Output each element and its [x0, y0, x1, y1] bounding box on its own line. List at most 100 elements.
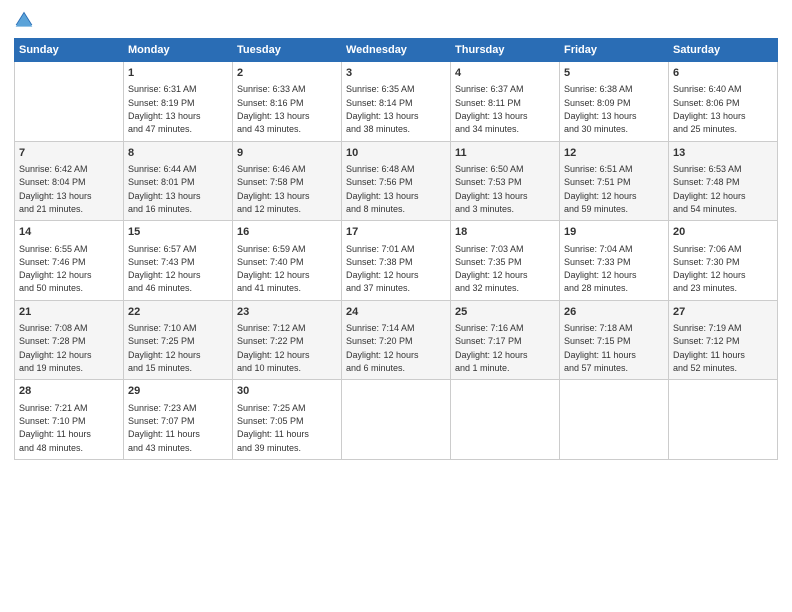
day-number: 6 [673, 66, 773, 81]
calendar-cell: 6 Sunrise: 6:40 AM Sunset: 8:06 PM Daylig… [669, 62, 778, 142]
day-header-thursday: Thursday [451, 39, 560, 62]
day-number: 8 [128, 146, 228, 161]
day-info: Sunrise: 6:50 AM Sunset: 7:53 PM Dayligh… [455, 164, 528, 214]
calendar-cell: 29 Sunrise: 7:23 AM Sunset: 7:07 PM Dayli… [124, 380, 233, 460]
day-info: Sunrise: 6:42 AM Sunset: 8:04 PM Dayligh… [19, 164, 92, 214]
day-info: Sunrise: 6:55 AM Sunset: 7:46 PM Dayligh… [19, 244, 92, 294]
day-info: Sunrise: 6:35 AM Sunset: 8:14 PM Dayligh… [346, 84, 419, 134]
day-info: Sunrise: 7:19 AM Sunset: 7:12 PM Dayligh… [673, 323, 745, 373]
day-number: 3 [346, 66, 446, 81]
calendar-cell: 1 Sunrise: 6:31 AM Sunset: 8:19 PM Daylig… [124, 62, 233, 142]
day-number: 26 [564, 305, 664, 320]
calendar-cell [669, 380, 778, 460]
day-header-wednesday: Wednesday [342, 39, 451, 62]
day-info: Sunrise: 7:08 AM Sunset: 7:28 PM Dayligh… [19, 323, 92, 373]
calendar-cell: 7 Sunrise: 6:42 AM Sunset: 8:04 PM Daylig… [15, 141, 124, 221]
calendar-cell: 3 Sunrise: 6:35 AM Sunset: 8:14 PM Daylig… [342, 62, 451, 142]
calendar-cell: 23 Sunrise: 7:12 AM Sunset: 7:22 PM Dayli… [233, 300, 342, 380]
day-info: Sunrise: 6:44 AM Sunset: 8:01 PM Dayligh… [128, 164, 201, 214]
calendar-cell [15, 62, 124, 142]
day-info: Sunrise: 6:57 AM Sunset: 7:43 PM Dayligh… [128, 244, 201, 294]
day-number: 12 [564, 146, 664, 161]
calendar-cell: 11 Sunrise: 6:50 AM Sunset: 7:53 PM Dayli… [451, 141, 560, 221]
calendar-cell: 16 Sunrise: 6:59 AM Sunset: 7:40 PM Dayli… [233, 221, 342, 301]
calendar-cell: 25 Sunrise: 7:16 AM Sunset: 7:17 PM Dayli… [451, 300, 560, 380]
calendar-cell: 26 Sunrise: 7:18 AM Sunset: 7:15 PM Dayli… [560, 300, 669, 380]
calendar-cell: 17 Sunrise: 7:01 AM Sunset: 7:38 PM Dayli… [342, 221, 451, 301]
day-info: Sunrise: 7:01 AM Sunset: 7:38 PM Dayligh… [346, 244, 419, 294]
day-header-saturday: Saturday [669, 39, 778, 62]
calendar-cell: 30 Sunrise: 7:25 AM Sunset: 7:05 PM Dayli… [233, 380, 342, 460]
calendar-cell: 2 Sunrise: 6:33 AM Sunset: 8:16 PM Daylig… [233, 62, 342, 142]
day-info: Sunrise: 7:12 AM Sunset: 7:22 PM Dayligh… [237, 323, 310, 373]
day-number: 13 [673, 146, 773, 161]
day-number: 27 [673, 305, 773, 320]
week-row-2: 7 Sunrise: 6:42 AM Sunset: 8:04 PM Daylig… [15, 141, 778, 221]
day-info: Sunrise: 7:25 AM Sunset: 7:05 PM Dayligh… [237, 403, 309, 453]
calendar-cell: 14 Sunrise: 6:55 AM Sunset: 7:46 PM Dayli… [15, 221, 124, 301]
day-number: 18 [455, 225, 555, 240]
day-info: Sunrise: 7:16 AM Sunset: 7:17 PM Dayligh… [455, 323, 528, 373]
day-number: 22 [128, 305, 228, 320]
day-number: 20 [673, 225, 773, 240]
day-number: 1 [128, 66, 228, 81]
calendar-cell: 21Sunrise: 7:08 AM Sunset: 7:28 PM Dayli… [15, 300, 124, 380]
day-info: Sunrise: 6:38 AM Sunset: 8:09 PM Dayligh… [564, 84, 637, 134]
header [14, 10, 778, 30]
calendar-table: SundayMondayTuesdayWednesdayThursdayFrid… [14, 38, 778, 460]
day-number: 15 [128, 225, 228, 240]
day-info: Sunrise: 6:37 AM Sunset: 8:11 PM Dayligh… [455, 84, 528, 134]
day-info: Sunrise: 6:48 AM Sunset: 7:56 PM Dayligh… [346, 164, 419, 214]
page-container: SundayMondayTuesdayWednesdayThursdayFrid… [0, 0, 792, 612]
week-row-4: 21Sunrise: 7:08 AM Sunset: 7:28 PM Dayli… [15, 300, 778, 380]
calendar-cell: 27 Sunrise: 7:19 AM Sunset: 7:12 PM Dayli… [669, 300, 778, 380]
day-number: 4 [455, 66, 555, 81]
week-row-5: 28 Sunrise: 7:21 AM Sunset: 7:10 PM Dayli… [15, 380, 778, 460]
day-number: 10 [346, 146, 446, 161]
day-info: Sunrise: 7:03 AM Sunset: 7:35 PM Dayligh… [455, 244, 528, 294]
week-row-1: 1 Sunrise: 6:31 AM Sunset: 8:19 PM Daylig… [15, 62, 778, 142]
day-number: 14 [19, 225, 119, 240]
day-number: 17 [346, 225, 446, 240]
day-info: Sunrise: 7:23 AM Sunset: 7:07 PM Dayligh… [128, 403, 200, 453]
day-info: Sunrise: 7:14 AM Sunset: 7:20 PM Dayligh… [346, 323, 419, 373]
calendar-cell [342, 380, 451, 460]
day-number: 7 [19, 146, 119, 161]
calendar-cell: 28 Sunrise: 7:21 AM Sunset: 7:10 PM Dayli… [15, 380, 124, 460]
day-info: Sunrise: 6:59 AM Sunset: 7:40 PM Dayligh… [237, 244, 310, 294]
day-number: 11 [455, 146, 555, 161]
day-number: 2 [237, 66, 337, 81]
day-number: 30 [237, 384, 337, 399]
day-number: 16 [237, 225, 337, 240]
calendar-cell [560, 380, 669, 460]
calendar-cell: 13 Sunrise: 6:53 AM Sunset: 7:48 PM Dayli… [669, 141, 778, 221]
day-header-friday: Friday [560, 39, 669, 62]
day-info: Sunrise: 6:31 AM Sunset: 8:19 PM Dayligh… [128, 84, 201, 134]
calendar-cell: 12 Sunrise: 6:51 AM Sunset: 7:51 PM Dayli… [560, 141, 669, 221]
day-info: Sunrise: 7:21 AM Sunset: 7:10 PM Dayligh… [19, 403, 91, 453]
day-info: Sunrise: 6:40 AM Sunset: 8:06 PM Dayligh… [673, 84, 746, 134]
day-number: 9 [237, 146, 337, 161]
day-number: 24 [346, 305, 446, 320]
day-header-monday: Monday [124, 39, 233, 62]
day-number: 23 [237, 305, 337, 320]
day-info: Sunrise: 7:18 AM Sunset: 7:15 PM Dayligh… [564, 323, 636, 373]
calendar-cell: 20 Sunrise: 7:06 AM Sunset: 7:30 PM Dayli… [669, 221, 778, 301]
day-info: Sunrise: 6:33 AM Sunset: 8:16 PM Dayligh… [237, 84, 310, 134]
day-info: Sunrise: 6:51 AM Sunset: 7:51 PM Dayligh… [564, 164, 637, 214]
day-info: Sunrise: 6:53 AM Sunset: 7:48 PM Dayligh… [673, 164, 746, 214]
calendar-cell: 5Sunrise: 6:38 AM Sunset: 8:09 PM Daylig… [560, 62, 669, 142]
calendar-cell: 24 Sunrise: 7:14 AM Sunset: 7:20 PM Dayli… [342, 300, 451, 380]
calendar-cell: 9Sunrise: 6:46 AM Sunset: 7:58 PM Daylig… [233, 141, 342, 221]
day-number: 28 [19, 384, 119, 399]
calendar-cell: 22Sunrise: 7:10 AM Sunset: 7:25 PM Dayli… [124, 300, 233, 380]
logo [14, 10, 36, 30]
calendar-cell: 19Sunrise: 7:04 AM Sunset: 7:33 PM Dayli… [560, 221, 669, 301]
day-number: 29 [128, 384, 228, 399]
header-row: SundayMondayTuesdayWednesdayThursdayFrid… [15, 39, 778, 62]
week-row-3: 14 Sunrise: 6:55 AM Sunset: 7:46 PM Dayli… [15, 221, 778, 301]
calendar-cell: 8 Sunrise: 6:44 AM Sunset: 8:01 PM Daylig… [124, 141, 233, 221]
day-info: Sunrise: 7:06 AM Sunset: 7:30 PM Dayligh… [673, 244, 746, 294]
day-number: 25 [455, 305, 555, 320]
calendar-cell: 18 Sunrise: 7:03 AM Sunset: 7:35 PM Dayli… [451, 221, 560, 301]
